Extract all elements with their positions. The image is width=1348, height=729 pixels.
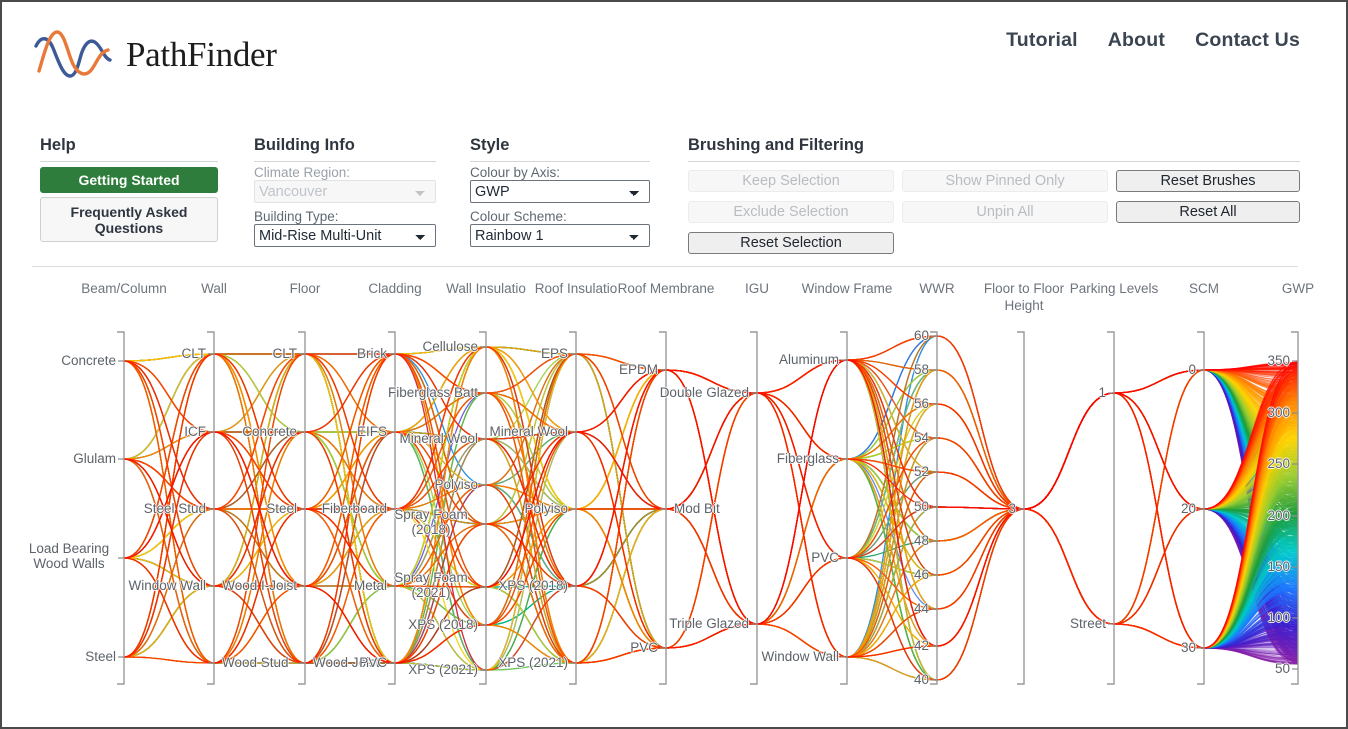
app-window: PathFinder Tutorial About Contact Us Hel… xyxy=(0,0,1348,729)
chart-axis-title-layer: Beam/Column Wall Floor Cladding Wall Insulat… xyxy=(2,2,1346,727)
axis-title-gwp[interactable]: GWP xyxy=(1228,280,1346,297)
